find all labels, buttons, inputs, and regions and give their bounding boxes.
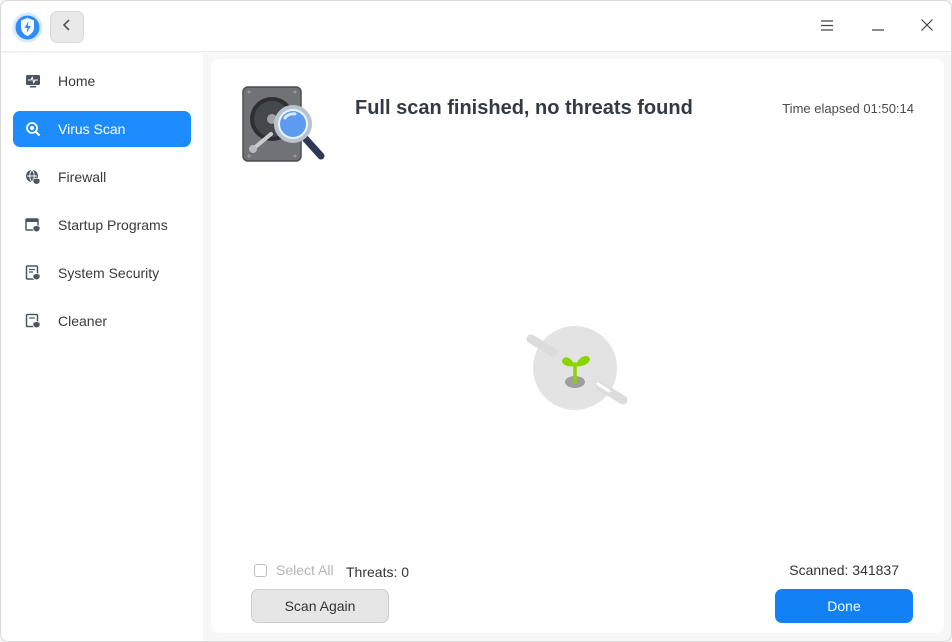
sidebar-item-label: Home <box>58 73 96 89</box>
hamburger-menu-icon <box>821 18 833 36</box>
close-icon <box>921 18 933 36</box>
sidebar-item-firewall[interactable]: Firewall <box>13 159 191 195</box>
sidebar-item-label: Firewall <box>58 169 107 185</box>
page-title: Full scan finished, no threats found <box>355 97 693 119</box>
back-button[interactable] <box>50 11 84 43</box>
title-bar <box>1 1 951 52</box>
window-shield-icon <box>25 217 41 233</box>
sidebar: Home Virus Scan Firewall Startup Program… <box>1 53 203 641</box>
minimize-button[interactable] <box>865 14 891 40</box>
app-window: Home Virus Scan Firewall Startup Program… <box>0 0 952 642</box>
sidebar-item-label: System Security <box>58 265 160 281</box>
sidebar-item-system-security[interactable]: System Security <box>13 255 191 291</box>
sidebar-item-label: Startup Programs <box>58 217 168 233</box>
monitor-pulse-icon <box>25 73 41 89</box>
done-button[interactable]: Done <box>775 589 913 623</box>
sidebar-item-home[interactable]: Home <box>13 63 191 99</box>
sidebar-item-label: Virus Scan <box>58 121 126 137</box>
sidebar-item-label: Cleaner <box>58 313 108 329</box>
sprout-icon <box>526 324 630 414</box>
menu-button[interactable] <box>814 14 840 40</box>
globe-shield-icon <box>25 169 41 185</box>
sidebar-item-virus-scan[interactable]: Virus Scan <box>13 111 191 147</box>
broom-shield-icon <box>25 313 41 329</box>
checkbox-box[interactable] <box>254 563 267 577</box>
magnifier-scan-icon <box>25 121 41 137</box>
hard-drive-magnifier-icon <box>241 84 329 166</box>
chevron-left-icon <box>62 18 72 36</box>
sidebar-item-startup-programs[interactable]: Startup Programs <box>13 207 191 243</box>
minimize-icon <box>872 18 884 36</box>
sidebar-item-cleaner[interactable]: Cleaner <box>13 303 191 339</box>
document-shield-icon <box>25 265 41 281</box>
time-elapsed: Time elapsed 01:50:14 <box>782 101 914 116</box>
scan-again-button[interactable]: Scan Again <box>251 589 389 623</box>
threats-count: Threats: 0 <box>346 564 410 580</box>
select-all-checkbox[interactable]: Select All <box>254 562 334 578</box>
select-all-label: Select All <box>276 562 334 578</box>
scanned-count: Scanned: 341837 <box>789 562 899 578</box>
close-button[interactable] <box>914 14 940 40</box>
app-logo-icon <box>12 12 43 43</box>
scan-result-panel: Full scan finished, no threats found Tim… <box>211 59 944 633</box>
